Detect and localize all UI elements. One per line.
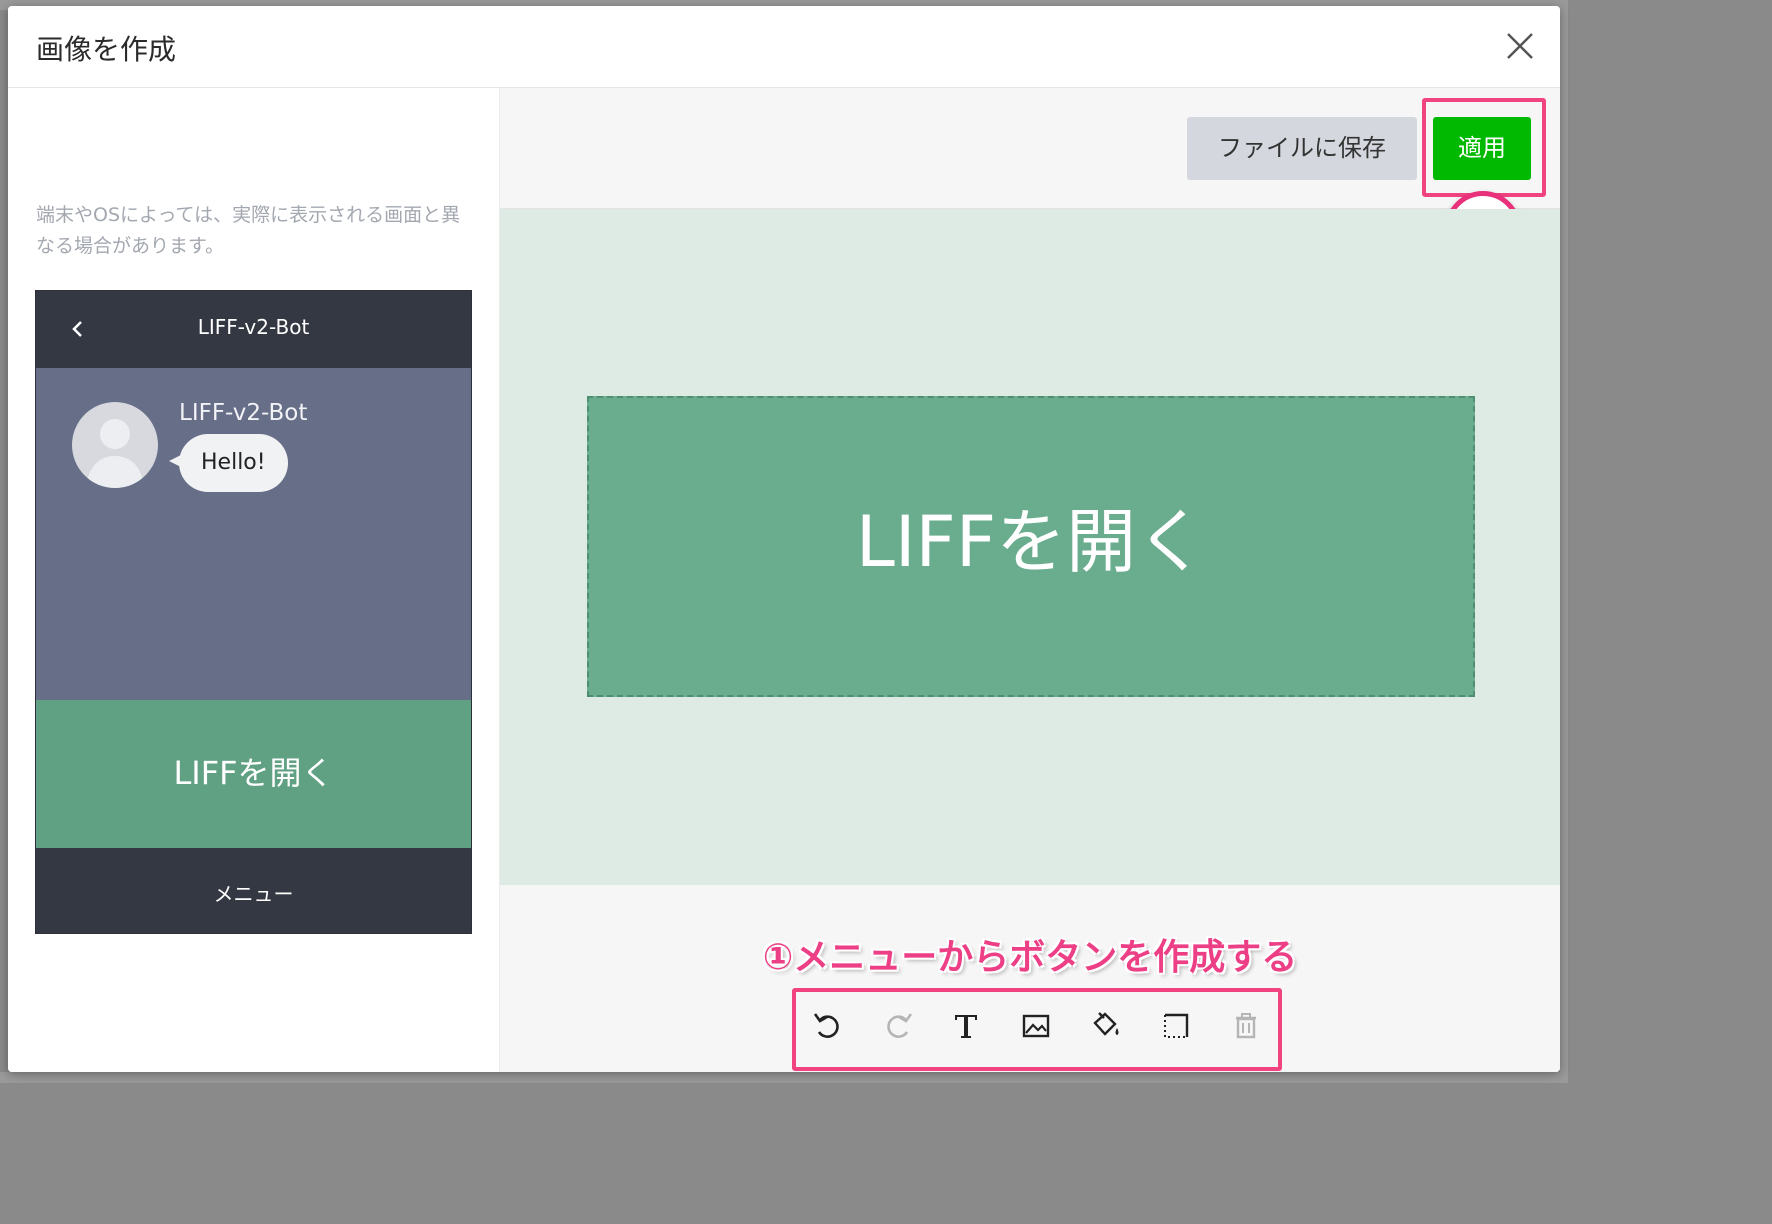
page-backdrop-edge: [1560, 0, 1568, 1083]
canvas-button-element[interactable]: LIFFを開く: [587, 396, 1475, 697]
user-silhouette-icon: [86, 419, 144, 488]
phone-header-title: LIFF-v2-Bot: [197, 315, 310, 339]
area-select-button[interactable]: [1156, 1006, 1196, 1046]
fill-color-button[interactable]: [1086, 1006, 1126, 1046]
delete-button[interactable]: [1226, 1006, 1266, 1046]
fill-bucket-icon: [1093, 1012, 1119, 1036]
actions-bar: ファイルに保存 適用 ②: [500, 88, 1560, 267]
redo-icon: [887, 1013, 913, 1038]
close-icon: [1507, 33, 1533, 59]
modal-header: 画像を作成: [8, 6, 1560, 88]
richmenu-preview-label: LIFFを開く: [173, 754, 334, 792]
phone-menu-bar: メニュー: [36, 848, 471, 933]
bot-name: LIFF-v2-Bot: [179, 400, 308, 426]
create-image-modal: 画像を作成 端末やOSによっては、実際に表示される画面と異なる場合があります。 …: [8, 6, 1560, 1072]
preview-notice: 端末やOSによっては、実際に表示される画面と異なる場合があります。: [36, 204, 461, 257]
richmenu-preview: LIFFを開く: [36, 700, 471, 848]
undo-icon: [813, 1013, 839, 1038]
modal-title: 画像を作成: [36, 33, 177, 66]
save-to-file-button[interactable]: ファイルに保存: [1187, 117, 1417, 180]
phone-menu-label: メニュー: [213, 882, 294, 906]
image-icon: [1022, 1014, 1050, 1038]
close-button[interactable]: [1502, 28, 1538, 64]
chat-area: LIFF-v2-Bot Hello!: [36, 368, 471, 700]
phone-header: LIFF-v2-Bot: [36, 291, 471, 368]
step1-annotation: ①メニューからボタンを作成する: [762, 937, 1298, 978]
apply-button[interactable]: 適用: [1433, 117, 1531, 180]
image-tool-button[interactable]: [1016, 1006, 1056, 1046]
phone-preview: LIFF-v2-Bot LIFF-v2-Bot Hello! LIFFを開く メ…: [35, 290, 472, 934]
editor-toolbar: [800, 994, 1270, 1058]
page-backdrop-bottom: [0, 1072, 1568, 1083]
canvas-button-label: LIFFを開く: [855, 501, 1207, 583]
image-canvas[interactable]: LIFFを開く: [500, 209, 1560, 885]
editor-panel: ファイルに保存 適用 ② LIFFを開く ①メニューからボタンを作成する: [500, 88, 1560, 1072]
message-bubble: Hello!: [179, 434, 288, 492]
trash-icon: [1236, 1013, 1256, 1039]
redo-button[interactable]: [878, 1006, 918, 1046]
undo-button[interactable]: [808, 1006, 848, 1046]
text-icon: [955, 1015, 977, 1038]
avatar: [72, 402, 158, 488]
area-select-icon: [1164, 1013, 1189, 1038]
text-tool-button[interactable]: [946, 1006, 986, 1046]
preview-panel: 端末やOSによっては、実際に表示される画面と異なる場合があります。 LIFF-v…: [8, 88, 500, 1072]
